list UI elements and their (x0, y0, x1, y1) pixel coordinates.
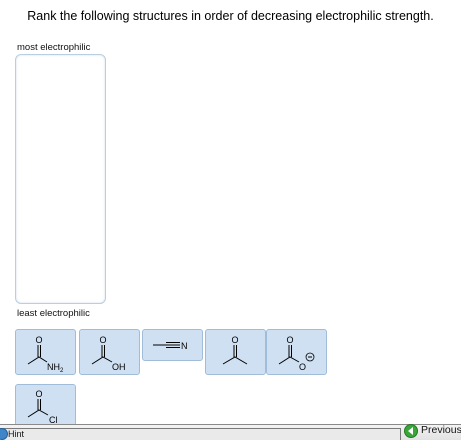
atom-label: NH (47, 362, 60, 372)
hint-tab[interactable] (0, 428, 401, 440)
acetone-structure: O (222, 335, 248, 365)
acetyl-chloride-structure: O Cl (27, 389, 58, 425)
atom-subscript: 2 (60, 368, 64, 374)
ranking-drop-zone[interactable] (15, 54, 106, 304)
acetamide-structure: O NH 2 (27, 335, 64, 374)
atom-label: O (232, 335, 239, 345)
tile-acetone[interactable]: O (205, 329, 266, 375)
previous-icon[interactable] (404, 424, 418, 438)
atom-label: O (299, 362, 306, 372)
hint-label[interactable]: Hint (8, 429, 24, 439)
acetic-acid-structure: O OH (91, 335, 126, 372)
tile-acetamide[interactable]: O NH 2 (15, 329, 76, 375)
atom-label: OH (112, 362, 126, 372)
most-electrophilic-label: most electrophilic (17, 42, 91, 53)
acetate-structure: O O (278, 335, 315, 372)
least-electrophilic-label: least electrophilic (17, 308, 90, 319)
previous-button[interactable]: Previous (421, 424, 461, 436)
tile-acetic-acid[interactable]: O OH (79, 329, 140, 375)
atom-label: O (100, 335, 107, 345)
tile-acetyl-chloride[interactable]: O Cl (15, 384, 76, 426)
atom-label: O (36, 335, 43, 345)
tile-acetonitrile[interactable]: N (142, 329, 203, 361)
tile-acetate[interactable]: O O (266, 329, 327, 375)
atom-label: N (181, 341, 188, 351)
acetonitrile-structure: N (153, 341, 188, 351)
atom-label: O (287, 335, 294, 345)
question-text: Rank the following structures in order o… (27, 9, 434, 23)
atom-label: O (36, 389, 43, 399)
